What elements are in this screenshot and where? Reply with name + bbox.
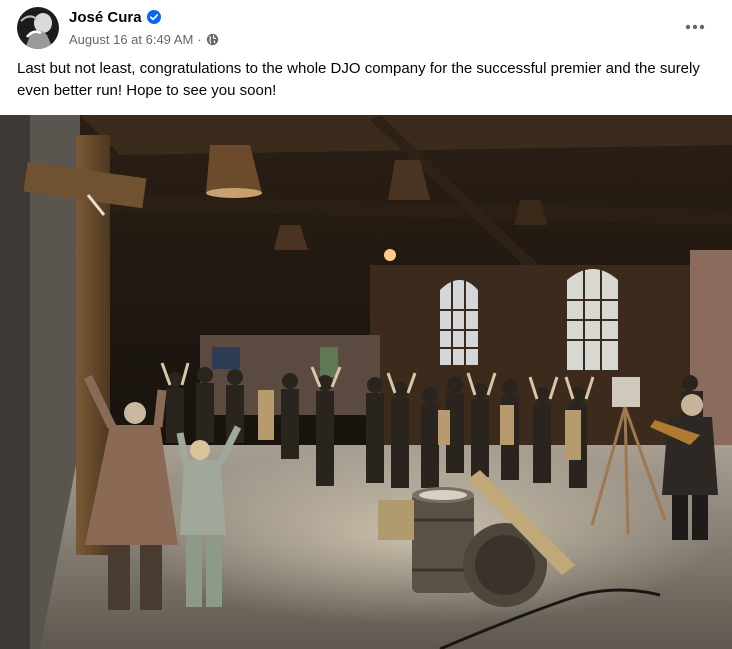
post-timestamp[interactable]: August 16 at 6:49 AM xyxy=(69,32,193,47)
globe-icon[interactable] xyxy=(206,33,219,46)
post-meta: August 16 at 6:49 AM · xyxy=(69,30,219,48)
verified-badge-icon xyxy=(146,10,161,24)
post-text: Last but not least, congratulations to t… xyxy=(17,60,700,99)
post-photo[interactable] xyxy=(0,115,732,649)
facebook-post: José Cura August 16 at 6:49 AM · Last bu… xyxy=(0,0,732,649)
author-name[interactable]: José Cura xyxy=(69,9,142,26)
author-avatar[interactable] xyxy=(17,7,59,49)
more-options-icon xyxy=(685,24,705,30)
avatar-image xyxy=(17,7,59,49)
author-line: José Cura xyxy=(69,7,161,27)
meta-separator: · xyxy=(197,31,202,47)
stage-photo-image xyxy=(0,115,732,649)
post-header: José Cura August 16 at 6:49 AM · xyxy=(0,0,732,56)
more-options-button[interactable] xyxy=(676,8,714,46)
